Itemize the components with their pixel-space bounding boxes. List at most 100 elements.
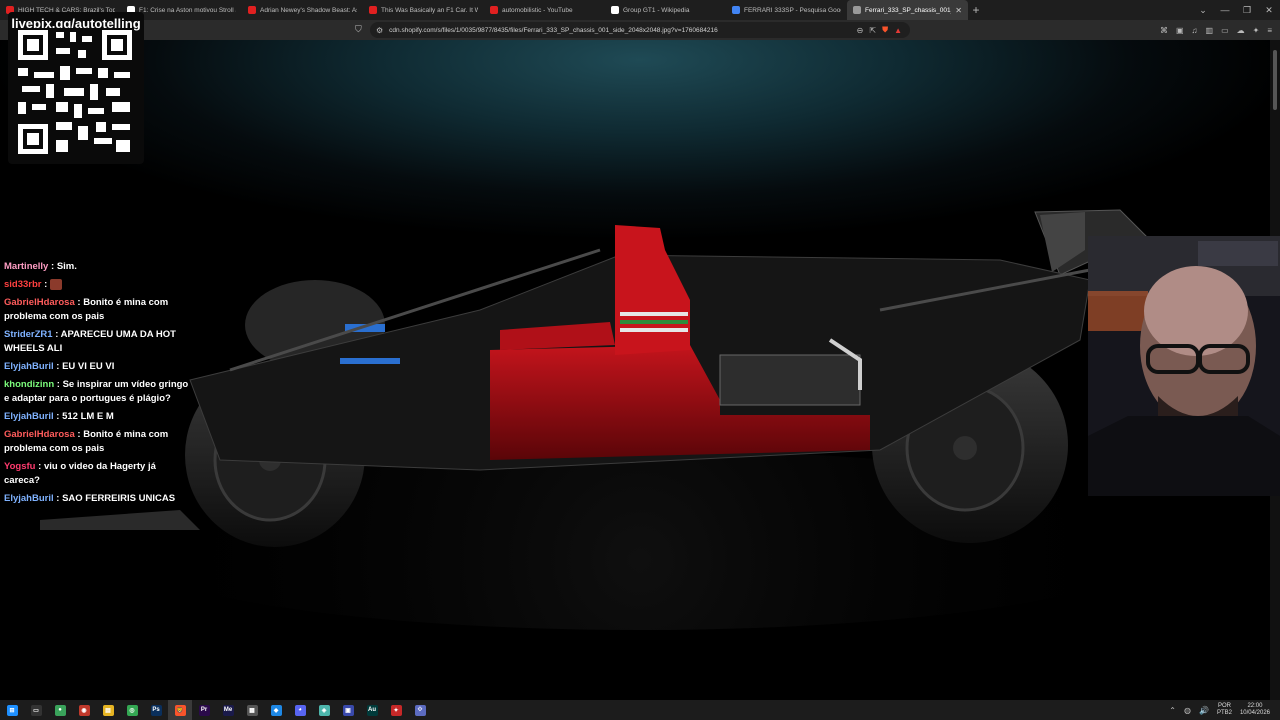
show-hidden-icons-icon[interactable]: ⌃ <box>1169 706 1176 715</box>
taskbar-app-5-button[interactable]: ▣ <box>336 700 360 720</box>
taskbar-premiere-button[interactable]: Pr <box>192 700 216 720</box>
task-view-icon: ▭ <box>30 704 42 716</box>
screenshot-icon[interactable]: ▣ <box>1176 26 1184 35</box>
site-info-icon[interactable]: ⚙ <box>376 26 383 35</box>
close-tab-icon[interactable]: ✕ <box>955 6 962 15</box>
extension-icon[interactable]: ⌘ <box>1160 26 1168 35</box>
chat-message: ElyjahBuril : EU VI EU VI <box>0 358 195 376</box>
brave-shields-icon[interactable]: ⛊ <box>882 25 888 35</box>
close-window-icon[interactable]: ✕ <box>1258 0 1280 20</box>
chat-username[interactable]: ElyjahBuril <box>4 361 54 372</box>
bookmark-icon[interactable]: ⛉ <box>355 24 362 35</box>
chat-username[interactable]: sid33rbr <box>4 279 42 290</box>
taskbar-audition-button[interactable]: Au <box>360 700 384 720</box>
tab-favicon-icon <box>853 6 861 14</box>
vpn-icon[interactable]: ☁ <box>1237 26 1245 35</box>
browser-tab[interactable]: This Was Basically an F1 Car. It Won ... <box>363 0 484 20</box>
volume-icon[interactable]: 🔊 <box>1199 706 1209 715</box>
taskbar-app-7-button[interactable]: ⟐ <box>408 700 432 720</box>
taskbar-app-2-button[interactable]: ◉ <box>72 700 96 720</box>
layout-code: PTB2 <box>1216 710 1232 716</box>
tab-favicon-icon <box>248 6 256 14</box>
clock-time: 22:00 <box>1247 703 1263 709</box>
app-7-icon: ⟐ <box>414 704 426 716</box>
tab-title: This Was Basically an F1 Car. It Won ... <box>381 6 478 14</box>
chat-message: ElyjahBuril : SAO FERREIRIS UNICAS <box>0 490 195 508</box>
wallet-icon[interactable]: ▭ <box>1221 26 1229 35</box>
taskbar-photoshop-button[interactable]: Ps <box>144 700 168 720</box>
chat-separator: : <box>53 361 63 372</box>
media-icon[interactable]: ♫ <box>1192 26 1198 35</box>
new-tab-button[interactable]: + <box>968 2 984 18</box>
browser-tab[interactable]: Ferrari_333_SP_chassis_001_side... ✕ <box>847 0 968 20</box>
browser-tab[interactable]: Adrian Newey's Shadow Beast: Aston... <box>242 0 363 20</box>
tab-favicon-icon <box>369 6 377 14</box>
chat-username[interactable]: GabrielHdarosa <box>4 429 75 440</box>
chat-message: Yogsfu : viu o video da Hagerty já carec… <box>0 458 195 490</box>
chat-separator: : <box>52 329 61 340</box>
taskbar-chrome-button[interactable]: ◎ <box>120 700 144 720</box>
restore-icon[interactable]: ❐ <box>1236 0 1258 20</box>
taskbar-task-view-button[interactable]: ▭ <box>24 700 48 720</box>
chat-message: GabrielHdarosa : Bonito é mina com probl… <box>0 426 195 458</box>
taskbar-app-6-button[interactable]: ✦ <box>384 700 408 720</box>
chat-username[interactable]: khondizinn <box>4 379 54 390</box>
chat-separator: : <box>54 379 63 390</box>
chat-username[interactable]: ElyjahBuril <box>4 493 54 504</box>
keyboard-layout[interactable]: POR PTB2 <box>1217 703 1232 717</box>
clock-date: 10/04/2026 <box>1239 710 1270 716</box>
taskbar-media-encoder-button[interactable]: Me <box>216 700 240 720</box>
tab-title: Adrian Newey's Shadow Beast: Aston... <box>260 6 357 14</box>
app-5-icon: ▣ <box>342 704 354 716</box>
menu-icon[interactable]: ≡ <box>1267 26 1272 35</box>
media-encoder-icon: Me <box>222 704 234 716</box>
url-text: cdn.shopify.com/s/files/1/0035/9877/8435… <box>389 26 718 34</box>
clock[interactable]: 22:00 10/04/2026 <box>1240 703 1270 717</box>
chat-text: SAO FERREIRIS UNICAS <box>62 493 176 504</box>
browser-tab[interactable]: automobilistic - YouTube <box>484 0 605 20</box>
chat-username[interactable]: StriderZR1 <box>4 329 53 340</box>
taskbar-start-button[interactable]: ⊞ <box>0 700 24 720</box>
app-4-icon: ◈ <box>318 704 330 716</box>
browser-tab[interactable]: Group GT1 - Wikipedia <box>605 0 726 20</box>
extension-icons: ⌘ ▣ ♫ ▥ ▭ ☁ ✦ ≡ <box>1160 20 1272 40</box>
chat-text: 512 LM E M <box>62 411 114 422</box>
taskbar-app-4-button[interactable]: ◈ <box>312 700 336 720</box>
chat-message: StriderZR1 : APARECEU UMA DA HOT WHEELS … <box>0 326 195 358</box>
chat-separator: : <box>48 261 57 272</box>
network-icon[interactable]: ◍ <box>1184 706 1191 715</box>
brave-rewards-icon[interactable]: ▲ <box>894 26 902 35</box>
zoom-icon[interactable]: ⊖ <box>857 26 864 35</box>
taskbar-app-3-button[interactable]: ◆ <box>264 700 288 720</box>
photoshop-icon: Ps <box>150 704 162 716</box>
brave-icon: 🦁 <box>174 704 186 716</box>
taskbar-discord-button[interactable]: ◕ <box>288 700 312 720</box>
taskbar-brave-button[interactable]: 🦁 <box>168 700 192 720</box>
scrollbar-thumb[interactable] <box>1273 50 1277 110</box>
chat-username[interactable]: Yogsfu <box>4 461 36 472</box>
leo-icon[interactable]: ✦ <box>1253 26 1260 35</box>
minimize-icon[interactable]: — <box>1214 0 1236 20</box>
taskbar-file-explorer-button[interactable]: ▤ <box>96 700 120 720</box>
discord-icon: ◕ <box>294 704 306 716</box>
chat-username[interactable]: GabrielHdarosa <box>4 297 75 308</box>
tab-title: Group GT1 - Wikipedia <box>623 6 690 14</box>
start-icon: ⊞ <box>6 704 18 716</box>
taskbar: ⊞ ▭ ● ◉ ▤ ◎ Ps 🦁 Pr Me ▦ ◆ ◕ ◈ ▣ Au ✦ ⟐ <box>0 700 1280 720</box>
chat-username[interactable]: ElyjahBuril <box>4 411 54 422</box>
share-icon[interactable]: ⇱ <box>869 26 876 35</box>
chat-username[interactable]: Martinelly <box>4 261 48 272</box>
streamer-webcam-image <box>1088 236 1280 496</box>
tab-strip: HIGH TECH & CARS: Brazil's Top Car...F1:… <box>0 0 1280 20</box>
qr-code-image <box>16 28 134 158</box>
taskbar-app-1-button[interactable]: ● <box>48 700 72 720</box>
browser-tab[interactable]: FERRARI 333SP - Pesquisa Google <box>726 0 847 20</box>
tab-title: F1: Crise na Aston motivou Stroll a ... <box>139 6 236 14</box>
file-explorer-icon: ▤ <box>102 704 114 716</box>
chat-message: Martinelly : Sim. <box>0 258 195 276</box>
taskbar-calculator-button[interactable]: ▦ <box>240 700 264 720</box>
calculator-icon: ▦ <box>246 704 258 716</box>
tab-search-icon[interactable]: ⌄ <box>1192 0 1214 20</box>
sidebar-icon[interactable]: ▥ <box>1206 26 1214 35</box>
address-bar[interactable]: ⚙ cdn.shopify.com/s/files/1/0035/9877/84… <box>370 22 910 38</box>
